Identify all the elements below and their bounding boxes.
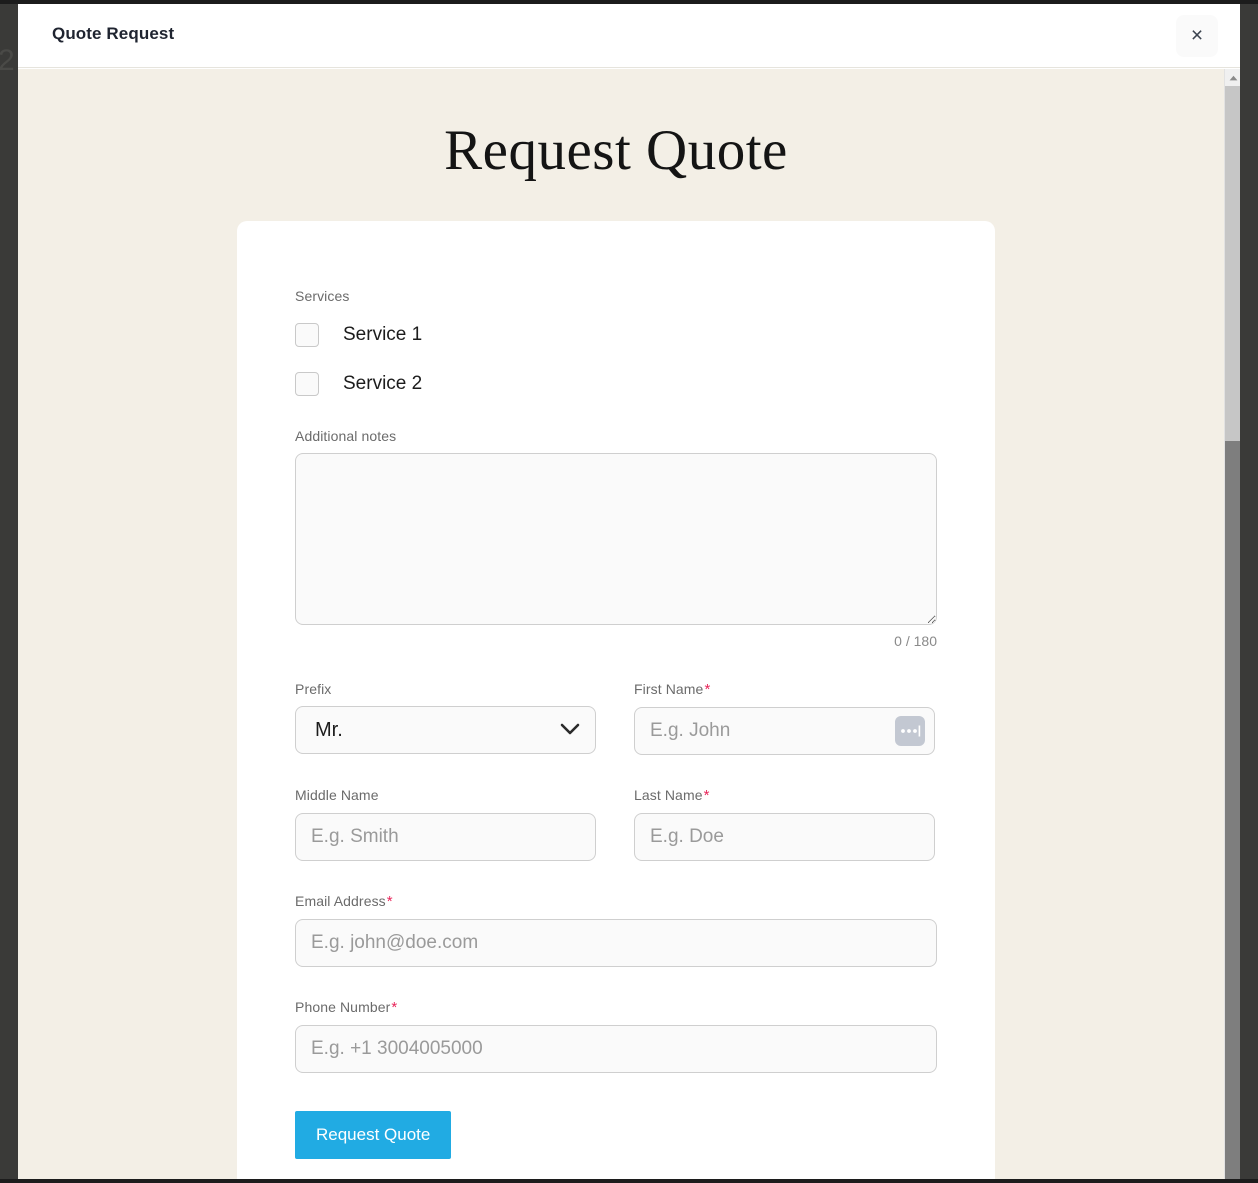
last-name-field: Last Name* (634, 787, 935, 861)
checkbox-row-service-2[interactable]: Service 2 (295, 367, 937, 401)
phone-number-required-mark: * (391, 999, 397, 1016)
first-name-label-text: First Name (634, 681, 703, 697)
phone-number-input[interactable] (295, 1025, 937, 1073)
quote-request-modal: Quote Request × Request Quote Services S… (18, 4, 1240, 1183)
window-bottom-edge (0, 1179, 1258, 1183)
quote-request-form: Services Service 1 Service 2 Additional … (237, 221, 995, 1183)
email-address-label: Email Address* (295, 893, 937, 910)
additional-notes-counter: 0 / 180 (295, 633, 937, 649)
first-name-required-mark: * (704, 681, 710, 698)
email-address-required-mark: * (387, 893, 393, 910)
scrollbar-track[interactable] (1225, 86, 1240, 441)
last-name-label-text: Last Name (634, 787, 703, 803)
first-name-field: First Name* (634, 681, 935, 755)
middle-name-label: Middle Name (295, 787, 596, 804)
services-group-label: Services (295, 288, 937, 304)
page-title: Request Quote (18, 69, 1214, 183)
phone-number-label-text: Phone Number (295, 999, 390, 1015)
name-row-one: Prefix Mr. First Name* (295, 681, 937, 755)
checkbox-service-1[interactable] (295, 323, 319, 347)
first-name-label: First Name* (634, 681, 935, 698)
request-quote-submit-button[interactable]: Request Quote (295, 1111, 451, 1159)
additional-notes-block: Additional notes 0 / 180 (295, 428, 937, 649)
window-top-edge (0, 0, 1258, 4)
vertical-scrollbar[interactable] (1224, 69, 1240, 1183)
middle-name-label-text: Middle Name (295, 787, 379, 803)
checkbox-label-service-2[interactable]: Service 2 (343, 373, 422, 395)
prefix-select[interactable]: Mr. (295, 706, 596, 754)
checkbox-row-service-1[interactable]: Service 1 (295, 318, 937, 352)
modal-titlebar: Quote Request × (18, 4, 1240, 68)
last-name-required-mark: * (704, 787, 710, 804)
checkbox-service-2[interactable] (295, 372, 319, 396)
middle-name-input[interactable] (295, 813, 596, 861)
prefix-label: Prefix (295, 681, 596, 697)
middle-name-field: Middle Name (295, 787, 596, 861)
modal-body: Request Quote Services Service 1 Service… (18, 69, 1240, 1183)
last-name-label: Last Name* (634, 787, 935, 804)
phone-number-label: Phone Number* (295, 999, 937, 1016)
email-address-input[interactable] (295, 919, 937, 967)
modal-scroll-content: Request Quote Services Service 1 Service… (18, 69, 1214, 1183)
modal-title: Quote Request (52, 24, 174, 44)
email-address-field: Email Address* (295, 893, 937, 967)
first-name-input[interactable] (634, 707, 935, 755)
additional-notes-label: Additional notes (295, 428, 937, 444)
phone-number-field: Phone Number* (295, 999, 937, 1073)
autofill-dots-icon[interactable] (895, 716, 925, 746)
window-right-edge (1240, 0, 1258, 1183)
name-row-two: Middle Name Last Name* (295, 787, 937, 861)
prefix-field: Prefix Mr. (295, 681, 596, 755)
email-address-label-text: Email Address (295, 893, 386, 909)
checkbox-label-service-1[interactable]: Service 1 (343, 324, 422, 346)
additional-notes-input[interactable] (295, 453, 937, 625)
close-icon[interactable]: × (1176, 15, 1218, 57)
scroll-up-arrow-icon[interactable] (1225, 69, 1240, 86)
last-name-input[interactable] (634, 813, 935, 861)
backdrop-ghost-text-left: 2 (0, 44, 15, 78)
scrollbar-thumb[interactable] (1225, 441, 1240, 1183)
